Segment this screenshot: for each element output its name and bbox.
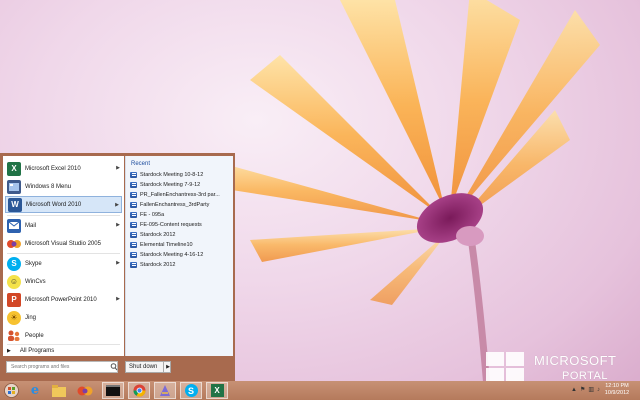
internet-explorer-icon: e: [30, 383, 40, 398]
document-icon: [130, 172, 137, 178]
document-icon: [130, 222, 137, 228]
clock-date: 10/9/2012: [604, 390, 630, 396]
program-item-skype[interactable]: S Skype ▶: [5, 255, 122, 272]
program-label: Microsoft Visual Studio 2005: [25, 240, 101, 247]
program-label: Microsoft PowerPoint 2010: [25, 296, 97, 303]
document-icon: [130, 252, 137, 258]
document-icon: [130, 242, 137, 248]
shutdown-options-arrow-icon[interactable]: ▶: [164, 364, 170, 370]
taskbar-clock[interactable]: 12:10 PM 10/9/2012: [600, 383, 634, 397]
program-label: Mail: [25, 222, 37, 229]
start-menu-programs-pane: X Microsoft Excel 2010 ▶ Windows 8 Menu …: [3, 156, 124, 356]
document-icon: [130, 212, 137, 218]
recent-item[interactable]: Stardock Meeting 7-9-12: [130, 180, 200, 190]
recent-items-pane: Recent Stardock Meeting 10-8-12 Stardock…: [125, 156, 233, 356]
skype-icon: S: [7, 256, 21, 271]
recent-item[interactable]: FallenEnchantress_3rdParty: [130, 200, 209, 210]
excel-icon: X: [7, 161, 21, 176]
taskbar-file-explorer[interactable]: [48, 382, 70, 399]
start-menu: X Microsoft Excel 2010 ▶ Windows 8 Menu …: [0, 153, 235, 381]
recent-item[interactable]: Stardock Meeting 10-8-12: [130, 170, 203, 180]
submenu-arrow-icon[interactable]: ▶: [116, 296, 120, 302]
flag-icon[interactable]: ⚑: [580, 386, 585, 393]
all-programs-button[interactable]: ▶ All Programs: [7, 346, 54, 356]
program-item-word[interactable]: W Microsoft Word 2010 ▶: [5, 196, 122, 213]
mail-icon: [7, 218, 21, 233]
program-label: Microsoft Word 2010: [26, 201, 82, 208]
program-label: Microsoft Excel 2010: [25, 165, 81, 172]
taskbar-vlc-app[interactable]: [154, 382, 176, 399]
recent-item[interactable]: Stardock Meeting 4-16-12: [130, 250, 203, 260]
microsoft-portal-logo: [486, 352, 524, 382]
clock-time: 12:10 PM: [605, 383, 629, 389]
document-icon: [130, 202, 137, 208]
program-item-mail[interactable]: Mail ▶: [5, 217, 122, 234]
tray-chevron-icon[interactable]: ▲: [571, 387, 577, 393]
app-icon: [160, 385, 170, 396]
taskbar-command-prompt[interactable]: [102, 382, 124, 399]
document-icon: [130, 262, 137, 268]
document-icon: [130, 182, 137, 188]
system-tray: ▲ ⚑ ▥ ♪: [571, 386, 600, 394]
taskbar-excel[interactable]: X: [206, 382, 228, 399]
separator: [7, 344, 120, 345]
document-icon: [130, 232, 137, 238]
jing-icon: ☀: [7, 310, 21, 325]
taskbar-visual-studio[interactable]: [74, 382, 96, 399]
submenu-arrow-icon[interactable]: ▶: [116, 165, 120, 171]
taskbar: e S X ▲ ⚑ ▥ ♪ 12:10 PM 10/9/2012: [0, 381, 640, 400]
program-label: Windows 8 Menu: [25, 183, 72, 190]
program-item-excel[interactable]: X Microsoft Excel 2010 ▶: [5, 160, 122, 177]
people-icon: [7, 329, 21, 343]
shutdown-label: Shut down: [126, 362, 165, 372]
windows8-menu-icon: [7, 179, 21, 194]
separator: [7, 253, 120, 254]
submenu-arrow-icon[interactable]: ▶: [116, 222, 120, 228]
powerpoint-icon: P: [7, 292, 21, 307]
triangle-right-icon: ▶: [7, 348, 11, 354]
word-icon: W: [8, 197, 22, 212]
recent-item[interactable]: Stardock 2012: [130, 260, 175, 270]
separator: [7, 215, 120, 216]
visual-studio-icon: [77, 386, 93, 395]
visual-studio-icon: [7, 237, 21, 251]
taskbar-skype[interactable]: S: [180, 382, 202, 399]
shutdown-button[interactable]: Shut down ▶: [125, 361, 171, 373]
search-icon[interactable]: [110, 362, 118, 372]
excel-icon: X: [210, 384, 224, 397]
watermark-line1: MICROSOFT: [534, 353, 617, 368]
recent-item[interactable]: PR_FallenEnchantress-3rd par...: [130, 190, 220, 200]
start-button[interactable]: [1, 382, 21, 399]
start-orb-icon: [3, 383, 19, 398]
program-label: Skype: [25, 260, 42, 267]
search-input[interactable]: [6, 361, 118, 373]
program-item-powerpoint[interactable]: P Microsoft PowerPoint 2010 ▶: [5, 291, 122, 308]
all-programs-label: All Programs: [19, 348, 55, 354]
recent-item[interactable]: FE - 095a: [130, 210, 164, 220]
folder-icon: [52, 384, 66, 397]
recent-item[interactable]: Elemental Timeline10: [130, 240, 193, 250]
program-item-jing[interactable]: ☀ Jing: [5, 309, 122, 326]
taskbar-chrome[interactable]: [128, 382, 150, 399]
program-item-wincvs[interactable]: ☺ WinCvs: [5, 273, 122, 290]
program-item-people[interactable]: People: [5, 327, 122, 344]
program-label: WinCvs: [25, 278, 46, 285]
command-prompt-icon: [106, 385, 120, 396]
skype-icon: S: [184, 384, 198, 397]
taskbar-internet-explorer[interactable]: e: [24, 382, 46, 399]
network-icon[interactable]: ▥: [588, 386, 594, 393]
submenu-arrow-icon[interactable]: ▶: [115, 202, 119, 208]
program-label: People: [25, 332, 44, 339]
submenu-arrow-icon[interactable]: ▶: [116, 260, 120, 266]
wincvs-icon: ☺: [7, 274, 21, 289]
recent-item[interactable]: FE-095-Content requests: [130, 220, 202, 230]
chrome-icon: [133, 384, 145, 397]
recent-heading: Recent: [131, 161, 151, 167]
program-item-windows8-menu[interactable]: Windows 8 Menu: [5, 178, 122, 195]
document-icon: [130, 192, 137, 198]
program-item-visual-studio[interactable]: Microsoft Visual Studio 2005: [5, 235, 122, 252]
recent-item[interactable]: Stardock 2012: [130, 230, 175, 240]
program-label: Jing: [25, 314, 37, 321]
